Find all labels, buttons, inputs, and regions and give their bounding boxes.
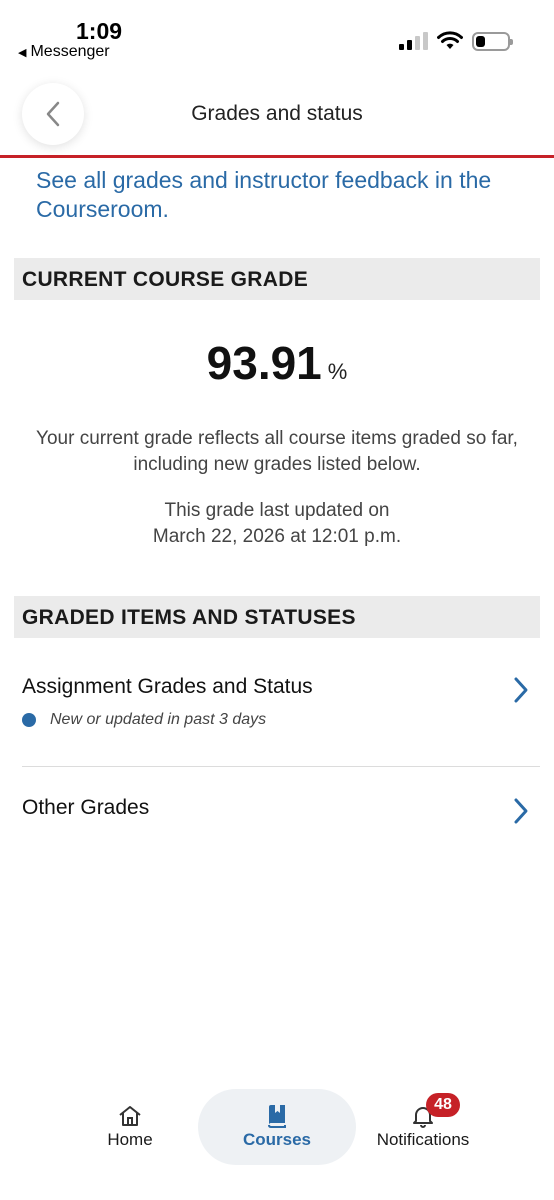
cellular-signal-icon <box>399 32 428 50</box>
status-icons <box>399 31 513 51</box>
notification-count-badge: 48 <box>426 1093 460 1117</box>
tab-notifications[interactable]: Notifications 48 <box>360 1089 486 1165</box>
bottom-tab-bar: Home Courses Notifications 48 <box>0 1085 554 1170</box>
tab-courses-label: Courses <box>242 1130 312 1149</box>
status-time: 1:09 <box>76 18 123 44</box>
battery-icon <box>472 31 513 51</box>
back-triangle-icon: ◀ <box>18 46 27 59</box>
page-title: Grades and status <box>191 102 363 125</box>
grade-updated-date: March 22, 2026 at 12:01 p.m. <box>152 526 402 547</box>
section-header-current-grade: CURRENT COURSE GRADE <box>14 258 540 300</box>
tab-home-label: Home <box>107 1130 153 1149</box>
grade-number: 93.91 <box>206 337 322 389</box>
grade-percent-sign: % <box>327 359 348 384</box>
tab-courses[interactable]: Courses <box>198 1089 356 1165</box>
section-header-graded-items: GRADED ITEMS AND STATUSES <box>14 596 540 638</box>
wifi-icon <box>437 31 463 49</box>
chevron-right-icon <box>514 677 528 703</box>
tab-notifications-label: Notifications <box>376 1130 470 1149</box>
courseroom-link[interactable]: See all grades and instructor feedback i… <box>36 166 526 224</box>
book-icon <box>268 1105 286 1128</box>
grade-description: Your current grade reflects all course i… <box>36 428 518 475</box>
list-item-label: Other Grades <box>22 796 150 819</box>
status-bar: 1:09 ◀ Messenger <box>0 0 554 68</box>
list-item-label: Assignment Grades and Status <box>22 675 313 698</box>
chevron-right-icon <box>514 798 528 824</box>
back-app-label: Messenger <box>30 43 110 60</box>
grade-updated-line1: This grade last updated on <box>164 500 390 521</box>
back-to-app-link[interactable]: ◀ Messenger <box>18 43 110 61</box>
list-item-assignment-grades[interactable]: Assignment Grades and Status New or upda… <box>22 675 540 767</box>
current-grade: 93.91% <box>0 336 554 390</box>
new-dot-icon <box>22 713 36 727</box>
header: Grades and status <box>0 68 554 158</box>
new-updated-label: New or updated in past 3 days <box>50 711 267 728</box>
tab-home[interactable]: Home <box>90 1089 170 1165</box>
list-item-other-grades[interactable]: Other Grades <box>22 796 540 836</box>
grade-updated-info: This grade last updated on March 22, 202… <box>20 498 534 550</box>
new-updated-indicator: New or updated in past 3 days <box>22 711 540 729</box>
home-icon <box>119 1106 141 1126</box>
